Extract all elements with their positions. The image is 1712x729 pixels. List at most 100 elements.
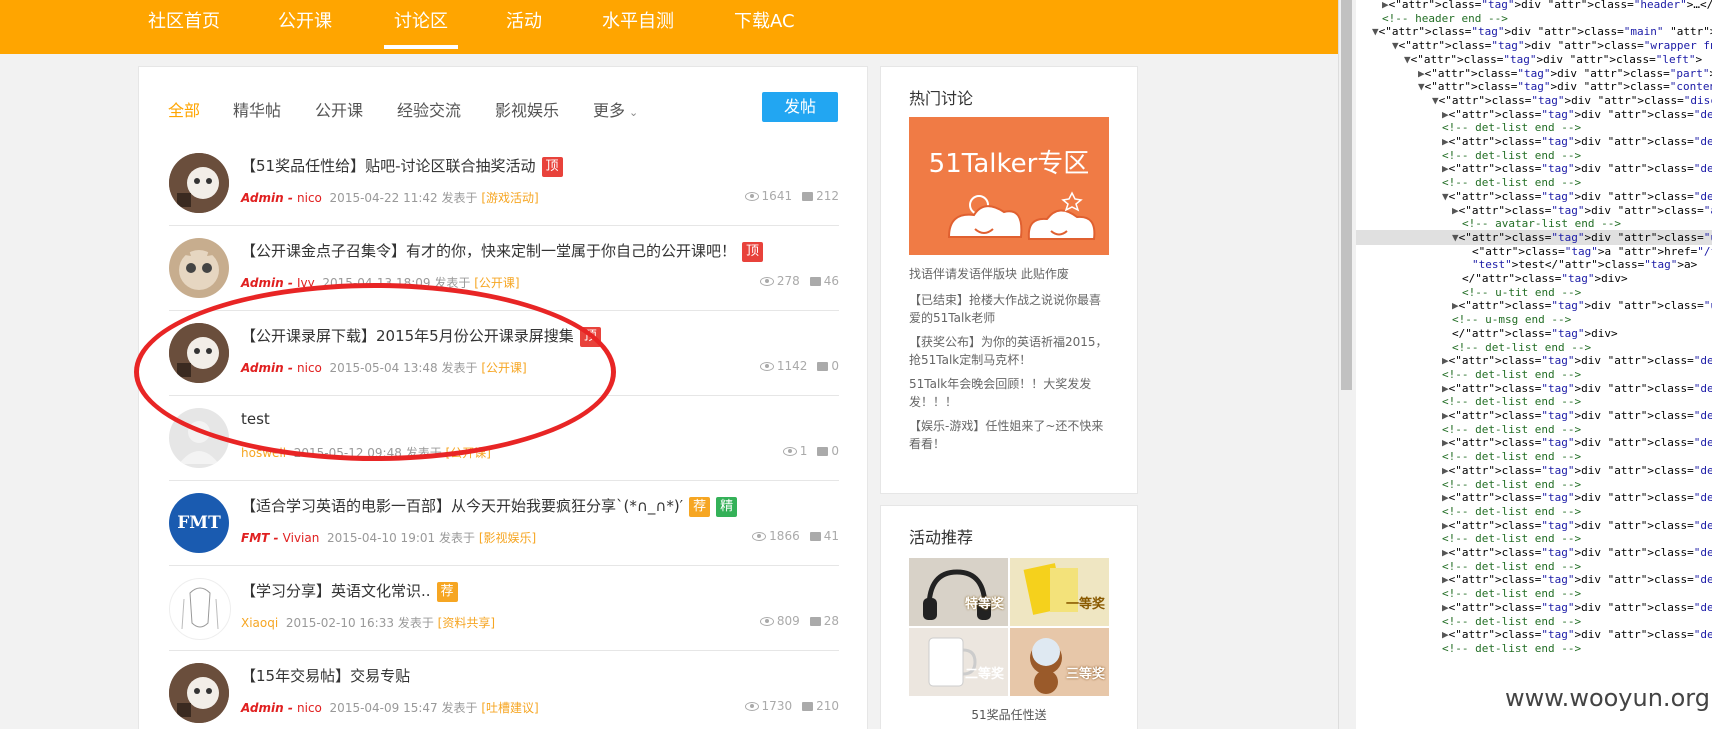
post-title[interactable]: 【公开课录屏下载】2015年5月份公开课录屏搜集顶 bbox=[241, 325, 601, 347]
eye-icon bbox=[752, 532, 767, 541]
post-category[interactable]: [吐槽建议] bbox=[481, 701, 538, 715]
cat-avatar-icon bbox=[169, 153, 229, 213]
comment-count: 41 bbox=[823, 529, 839, 543]
post-category[interactable]: [资料共享] bbox=[438, 616, 495, 630]
posted-in-label: 发表于 bbox=[441, 361, 478, 375]
post-category[interactable]: [影视娱乐] bbox=[479, 531, 536, 545]
nav-open-class[interactable]: 公开课 bbox=[278, 9, 332, 45]
author-name[interactable]: nico bbox=[297, 361, 322, 375]
author-role: Admin - bbox=[241, 276, 298, 290]
post-row[interactable]: 【51奖品任性给】贴吧-讨论区联合抽奖活动顶 Admin - nico 2015-… bbox=[169, 141, 839, 226]
activity-recommend-title: 活动推荐 bbox=[909, 528, 974, 547]
prize-grand-label: 特等奖 bbox=[964, 597, 1004, 612]
author-name[interactable]: Vivian bbox=[283, 531, 320, 545]
hot-link-3[interactable]: 【获奖公布】为你的英语祈福2015，抢51Talk定制马克杯！ bbox=[909, 333, 1109, 369]
post-category[interactable]: [公开课] bbox=[446, 446, 491, 460]
hot-discussions-panel: 热门讨论 51Talker专区 找语伴请发语伴版块 此贴作废 【已结束】抢楼大作… bbox=[880, 66, 1138, 494]
author-role: Admin - bbox=[241, 361, 298, 375]
prize-second-label: 二等奖 bbox=[964, 667, 1004, 682]
author-role: FMT - bbox=[241, 531, 283, 545]
avatar[interactable] bbox=[169, 578, 231, 640]
prize-caption: 51奖品任性送 bbox=[971, 708, 1047, 722]
tab-all[interactable]: 全部 bbox=[168, 97, 200, 121]
post-stats: 1730 210 bbox=[744, 699, 839, 713]
nav-download-ac[interactable]: 下载AC bbox=[734, 9, 795, 45]
post-title-text: 【51奖品任性给】贴吧-讨论区联合抽奖活动 bbox=[241, 157, 536, 175]
post-row[interactable]: test hoswell 2015-05-12 09:48 发表于 [公开课] 1 0 bbox=[169, 396, 839, 481]
hot-link-1[interactable]: 找语伴请发语伴版块 此贴作废 bbox=[909, 265, 1109, 283]
prize-bear-image[interactable]: 三等奖 bbox=[1010, 628, 1109, 696]
post-datetime: 2015-05-04 13:48 bbox=[329, 361, 438, 375]
dom-tree-line[interactable]: <!-- det-list end --> bbox=[1442, 641, 1581, 656]
post-stats: 1142 0 bbox=[759, 359, 839, 373]
devtools-elements-panel: ▶<"attr">class="tag">div "attr">class="h… bbox=[1356, 0, 1712, 729]
post-row[interactable]: 【公开课金点子召集令】有才的你，快来定制一堂属于你自己的公开课吧！ 顶 Admin … bbox=[169, 226, 839, 311]
author-name[interactable]: Ivy bbox=[297, 276, 315, 290]
hot-link-4[interactable]: 51Talk年会晚会回顾！！大奖发发发！！！ bbox=[909, 375, 1109, 411]
prize-headset-image[interactable]: 特等奖 bbox=[909, 558, 1008, 626]
post-row[interactable]: 【学习分享】英语文化常识.. 荐 Xiaoqi 2015-02-10 16:33 发… bbox=[169, 566, 839, 651]
eye-icon bbox=[744, 192, 759, 201]
tab-featured[interactable]: 精华帖 bbox=[233, 97, 281, 121]
posted-in-label: 发表于 bbox=[441, 701, 478, 715]
author-name[interactable]: nico bbox=[297, 191, 322, 205]
avatar[interactable] bbox=[169, 408, 229, 468]
nav-level-test[interactable]: 水平自测 bbox=[602, 9, 674, 45]
post-meta: Xiaoqi 2015-02-10 16:33 发表于 [资料共享] bbox=[241, 614, 495, 631]
view-count: 1641 bbox=[761, 189, 793, 203]
avatar[interactable]: FMT bbox=[169, 493, 229, 553]
author-name[interactable]: Xiaoqi bbox=[241, 616, 278, 630]
sketch-avatar-icon bbox=[181, 587, 219, 630]
nav-activities[interactable]: 活动 bbox=[506, 9, 542, 45]
post-stats: 10 bbox=[782, 444, 839, 458]
nav-discussion[interactable]: 讨论区 bbox=[384, 9, 458, 49]
tab-entertainment[interactable]: 影视娱乐 bbox=[495, 97, 559, 121]
comment-icon bbox=[809, 277, 821, 286]
talker-zone-banner[interactable]: 51Talker专区 bbox=[909, 117, 1109, 255]
tab-open-class[interactable]: 公开课 bbox=[315, 97, 363, 121]
avatar[interactable] bbox=[169, 323, 229, 383]
posted-in-label: 发表于 bbox=[405, 446, 442, 460]
eye-icon bbox=[759, 617, 774, 626]
post-category[interactable]: [游戏活动] bbox=[481, 191, 538, 205]
author-role: Admin - bbox=[241, 191, 298, 205]
new-post-button[interactable]: 发帖 bbox=[762, 92, 838, 122]
post-row[interactable]: 【15年交易帖】交易专贴 Admin - nico 2015-04-09 15:4… bbox=[169, 651, 839, 729]
comment-count: 28 bbox=[823, 614, 839, 628]
post-title[interactable]: test bbox=[241, 410, 270, 428]
author-name[interactable]: nico bbox=[297, 701, 322, 715]
post-category[interactable]: [公开课] bbox=[474, 276, 519, 290]
post-row[interactable]: 【公开课录屏下载】2015年5月份公开课录屏搜集顶 Admin - nico 20… bbox=[169, 311, 839, 396]
tab-experience[interactable]: 经验交流 bbox=[397, 97, 461, 121]
post-title[interactable]: 【51奖品任性给】贴吧-讨论区联合抽奖活动顶 bbox=[241, 155, 563, 177]
author-name[interactable]: hoswell bbox=[241, 446, 286, 460]
avatar[interactable] bbox=[169, 153, 229, 213]
scrollbar-thumb[interactable] bbox=[1341, 0, 1352, 390]
posted-in-label: 发表于 bbox=[441, 191, 478, 205]
post-title-text: 【适合学习英语的电影一百部】从今天开始我要疯狂分享`(*∩_∩*)′ bbox=[241, 497, 684, 515]
avatar[interactable] bbox=[169, 663, 229, 723]
post-title-text: 【15年交易帖】交易专贴 bbox=[241, 667, 411, 685]
author-role: Admin - bbox=[241, 701, 298, 715]
chevron-down-icon: ⌄ bbox=[629, 106, 639, 119]
post-meta: Admin - Ivy 2015-04-13 18:09 发表于 [公开课] bbox=[241, 274, 520, 291]
post-meta: FMT - Vivian 2015-04-10 19:01 发表于 [影视娱乐] bbox=[241, 529, 536, 546]
default-user-icon bbox=[179, 421, 219, 464]
bear-toy-icon bbox=[1030, 638, 1062, 694]
post-row[interactable]: FMT 【适合学习英语的电影一百部】从今天开始我要疯狂分享`(*∩_∩*)′ 荐精 F… bbox=[169, 481, 839, 566]
post-title[interactable]: 【适合学习英语的电影一百部】从今天开始我要疯狂分享`(*∩_∩*)′ 荐精 bbox=[241, 495, 738, 517]
post-title[interactable]: 【学习分享】英语文化常识.. 荐 bbox=[241, 580, 458, 602]
avatar[interactable] bbox=[169, 238, 229, 298]
post-category[interactable]: [公开课] bbox=[481, 361, 526, 375]
hot-link-5[interactable]: 【娱乐-游戏】任性姐来了~还不快来看看！ bbox=[909, 417, 1109, 453]
nav-home[interactable]: 社区首页 bbox=[148, 9, 220, 45]
post-datetime: 2015-04-09 15:47 bbox=[329, 701, 438, 715]
post-title[interactable]: 【公开课金点子召集令】有才的你，快来定制一堂属于你自己的公开课吧！ 顶 bbox=[241, 240, 764, 262]
tab-more[interactable]: 更多 ⌄ bbox=[593, 97, 638, 121]
post-title[interactable]: 【15年交易帖】交易专贴 bbox=[241, 665, 410, 686]
prize-mug-image[interactable]: 二等奖 bbox=[909, 628, 1008, 696]
prize-book-image[interactable]: 一等奖 bbox=[1010, 558, 1109, 626]
hot-link-2[interactable]: 【已结束】抢楼大作战之说说你最喜爱的51Talk老师 bbox=[909, 291, 1109, 327]
book-icon bbox=[1023, 563, 1078, 615]
post-title-text: 【公开课金点子召集令】有才的你，快来定制一堂属于你自己的公开课吧！ bbox=[241, 242, 737, 260]
